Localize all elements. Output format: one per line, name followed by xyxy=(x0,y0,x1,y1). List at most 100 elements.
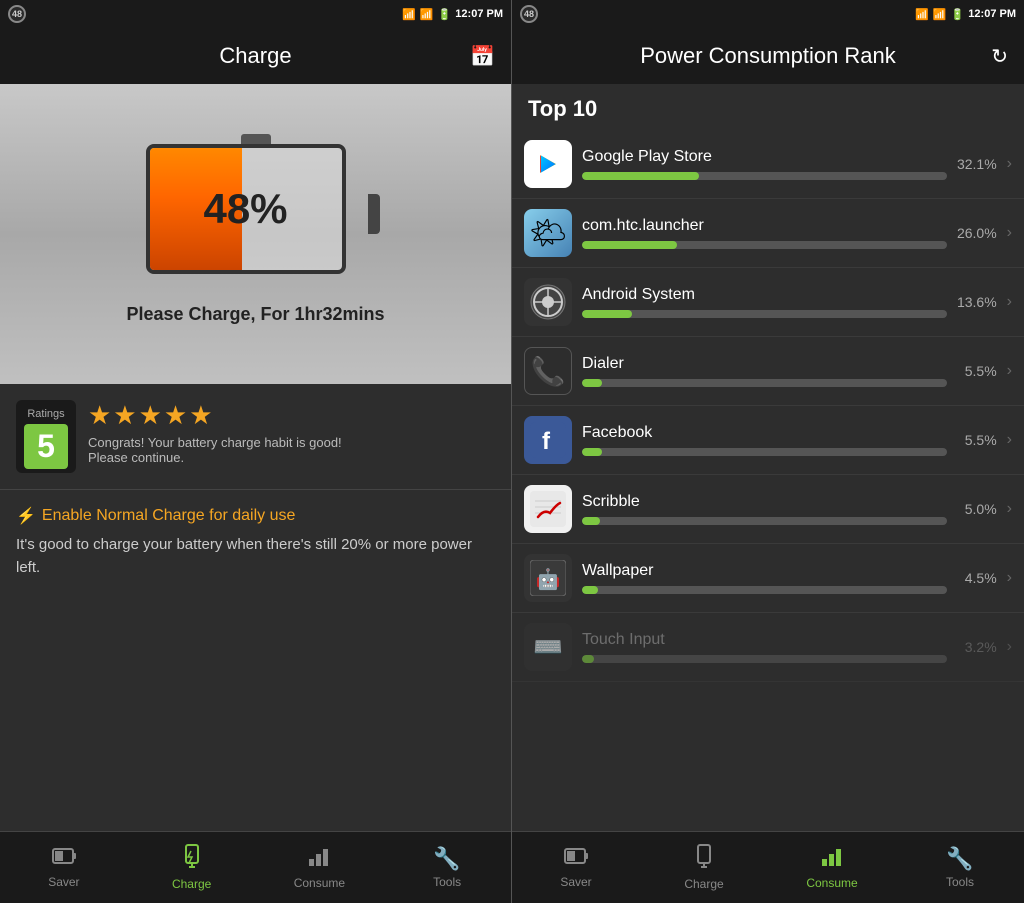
app-bar-bg-scribble xyxy=(582,517,947,525)
nav-saver-label: Saver xyxy=(48,875,79,889)
app-bar-fill-wallpaper xyxy=(582,586,598,594)
tools-icon: 🔧 xyxy=(433,846,460,872)
app-name-facebook: Facebook xyxy=(582,424,947,442)
nav-charge-right[interactable]: Charge xyxy=(640,832,768,903)
notification-badge-right: 48 xyxy=(520,5,538,23)
consume-icon-r xyxy=(821,845,843,873)
left-header: Charge 📅 xyxy=(0,28,511,84)
status-right-right: 📶 📶 🔋 12:07 PM xyxy=(915,8,1016,21)
app-chevron-scribble: › xyxy=(1007,500,1012,518)
nav-saver-left[interactable]: Saver xyxy=(0,832,128,903)
app-item-wallpaper[interactable]: 🤖 Wallpaper 4.5% › xyxy=(512,544,1024,613)
signal-icon: 📶 xyxy=(420,8,434,21)
app-info-htc: com.htc.launcher xyxy=(582,217,947,249)
charge-icon xyxy=(181,844,203,874)
app-chevron-playstore: › xyxy=(1007,155,1012,173)
time-display: 12:07 PM xyxy=(455,8,503,20)
tip-title-text: Enable Normal Charge for daily use xyxy=(42,507,295,525)
app-info-android: Android System xyxy=(582,286,947,318)
nav-tools-label-r: Tools xyxy=(946,875,974,889)
battery-nub xyxy=(241,134,271,144)
app-item-facebook[interactable]: f Facebook 5.5% › xyxy=(512,406,1024,475)
app-chevron-touch: › xyxy=(1007,638,1012,656)
app-percent-dialer: 5.5% xyxy=(957,363,997,379)
nav-consume-label-r: Consume xyxy=(806,876,857,890)
nav-consume-left[interactable]: Consume xyxy=(256,832,384,903)
app-list: Google Play Store 32.1% › 🌤 com.htc.laun… xyxy=(512,130,1024,831)
ratings-label: Ratings xyxy=(27,408,64,420)
app-icon-playstore xyxy=(524,140,572,188)
app-item-scribble[interactable]: Scribble 5.0% › xyxy=(512,475,1024,544)
app-item-htc[interactable]: 🌤 com.htc.launcher 26.0% › xyxy=(512,199,1024,268)
app-item-android[interactable]: Android System 13.6% › xyxy=(512,268,1024,337)
app-info-wallpaper: Wallpaper xyxy=(582,562,947,594)
nav-tools-label: Tools xyxy=(433,875,461,889)
app-percent-facebook: 5.5% xyxy=(957,432,997,448)
app-percent-scribble: 5.0% xyxy=(957,501,997,517)
app-icon-android xyxy=(524,278,572,326)
nav-tools-right[interactable]: 🔧 Tools xyxy=(896,832,1024,903)
right-title: Power Consumption Rank xyxy=(640,43,896,69)
app-name-playstore: Google Play Store xyxy=(582,148,947,166)
app-item-dialer[interactable]: 📞 Dialer 5.5% › xyxy=(512,337,1024,406)
notification-badge: 48 xyxy=(8,5,26,23)
svg-text:f: f xyxy=(542,428,551,455)
ratings-text: Congrats! Your battery charge habit is g… xyxy=(88,435,495,465)
nav-consume-right[interactable]: Consume xyxy=(768,832,896,903)
app-item-touch[interactable]: ⌨️ Touch Input 3.2% › xyxy=(512,613,1024,682)
ratings-score: 5 xyxy=(24,424,68,469)
top10-label: Top 10 xyxy=(512,84,1024,130)
app-icon-wallpaper: 🤖 xyxy=(524,554,572,602)
signal-icon-r: 📶 xyxy=(933,8,947,21)
app-bar-fill-touch xyxy=(582,655,594,663)
app-name-wallpaper: Wallpaper xyxy=(582,562,947,580)
app-bar-bg-facebook xyxy=(582,448,947,456)
app-icon-dialer: 📞 xyxy=(524,347,572,395)
nav-saver-label-r: Saver xyxy=(560,875,591,889)
app-info-facebook: Facebook xyxy=(582,424,947,456)
tools-icon-r: 🔧 xyxy=(946,846,973,872)
app-icon-scribble xyxy=(524,485,572,533)
battery-section: 48% Please Charge, For 1hr32mins xyxy=(0,84,511,384)
refresh-icon[interactable]: ↻ xyxy=(991,44,1008,69)
app-name-android: Android System xyxy=(582,286,947,304)
wifi-icon: 📶 xyxy=(402,8,416,21)
app-chevron-htc: › xyxy=(1007,224,1012,242)
app-chevron-android: › xyxy=(1007,293,1012,311)
battery-percent: 48% xyxy=(150,185,342,233)
app-icon-touch: ⌨️ xyxy=(524,623,572,671)
app-chevron-dialer: › xyxy=(1007,362,1012,380)
app-item-playstore[interactable]: Google Play Store 32.1% › xyxy=(512,130,1024,199)
app-name-htc: com.htc.launcher xyxy=(582,217,947,235)
calendar-icon[interactable]: 📅 xyxy=(470,44,495,69)
nav-charge-left[interactable]: Charge xyxy=(128,832,256,903)
time-display-r: 12:07 PM xyxy=(968,8,1016,20)
nav-saver-right[interactable]: Saver xyxy=(512,832,640,903)
bottom-nav-left: Saver Charge Consume 🔧 Tools xyxy=(0,831,511,903)
app-bar-bg-playstore xyxy=(582,172,947,180)
wifi-icon-r: 📶 xyxy=(915,8,929,21)
battery-tip xyxy=(368,194,380,234)
left-panel: 48 📶 📶 🔋 12:07 PM Charge 📅 48% Please Ch… xyxy=(0,0,512,903)
status-right-left: 48 xyxy=(520,5,538,23)
battery-icon: 🔋 xyxy=(438,8,452,21)
nav-consume-label: Consume xyxy=(294,876,345,890)
app-bar-fill-scribble xyxy=(582,517,600,525)
app-percent-touch: 3.2% xyxy=(957,639,997,655)
app-info-playstore: Google Play Store xyxy=(582,148,947,180)
battery-visual: 48% xyxy=(146,144,366,284)
app-bar-bg-dialer xyxy=(582,379,947,387)
app-chevron-facebook: › xyxy=(1007,431,1012,449)
nav-tools-left[interactable]: 🔧 Tools xyxy=(383,832,511,903)
app-info-scribble: Scribble xyxy=(582,493,947,525)
svg-text:🤖: 🤖 xyxy=(536,567,561,591)
app-icon-htc: 🌤 xyxy=(524,209,572,257)
app-bar-bg-wallpaper xyxy=(582,586,947,594)
app-bar-fill-playstore xyxy=(582,172,699,180)
bottom-nav-right: Saver Charge Consume 🔧 Tools xyxy=(512,831,1024,903)
charge-icon-r xyxy=(693,844,715,874)
app-name-touch: Touch Input xyxy=(582,631,947,649)
left-title: Charge xyxy=(219,43,291,69)
ratings-content: ★★★★★ Congrats! Your battery charge habi… xyxy=(88,400,495,465)
app-name-dialer: Dialer xyxy=(582,355,947,373)
